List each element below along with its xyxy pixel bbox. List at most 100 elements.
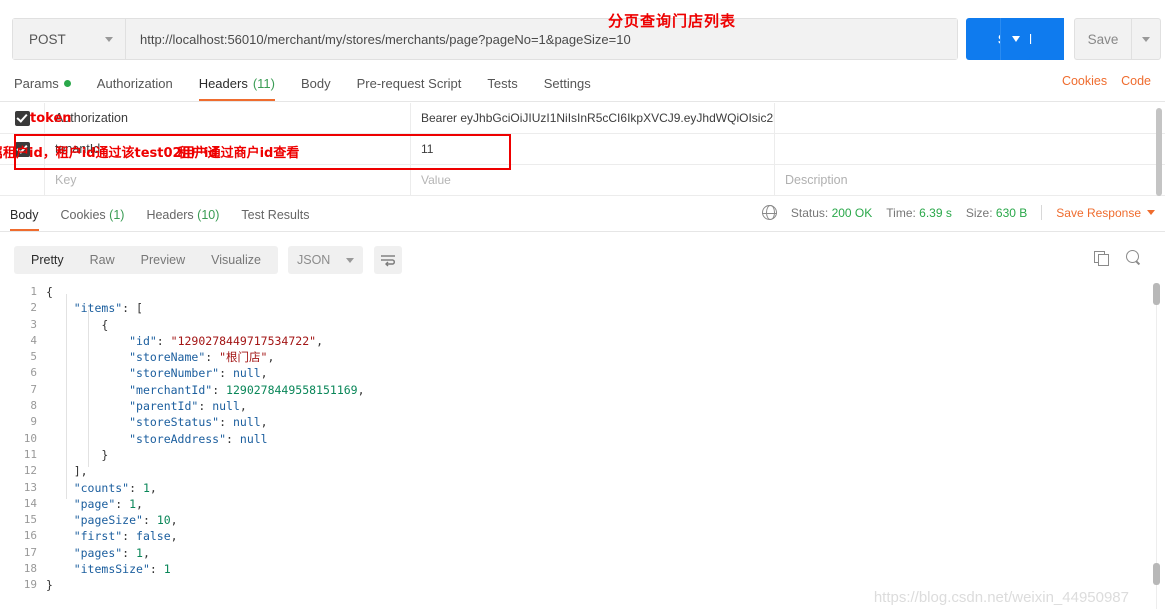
tab-pre-request-script[interactable]: Pre-request Script [357,76,462,101]
body-scrollbar-thumb-bottom[interactable] [1153,563,1160,585]
code-text: { [46,285,53,299]
body-toolbar-actions [1094,250,1141,266]
code-line: 5 "storeName": "根门店", [0,349,1165,365]
response-status-bar: Status: 200 OK Time: 6.39 s Size: 630 B … [761,204,1155,221]
tab-headers-count: (11) [252,76,275,91]
code-line: 4 "id": "1290278449717534722", [0,333,1165,349]
header-key-input[interactable]: Key [44,164,410,196]
header-value-text: Bearer eyJhbGciOiJIUzI1NiIsInR5cCI6IkpXV… [421,111,774,125]
response-tab-cookies-label: Cookies [60,208,106,222]
url-input[interactable]: http://localhost:56010/merchant/my/store… [126,19,957,59]
code-text: "pageSize": 10, [73,513,178,528]
line-number: 5 [30,350,37,364]
code-text: "storeAddress": null [129,431,268,446]
header-value-input[interactable]: Value [410,164,774,196]
code-text: "parentId": null, [129,399,247,414]
code-line: 6 "storeNumber": null, [0,365,1165,381]
body-format-select[interactable]: JSON [288,246,363,274]
save-response-button[interactable]: Save Response [1056,206,1155,220]
cookies-link[interactable]: Cookies [1062,74,1107,88]
response-tab-body-label: Body [10,208,39,222]
pill-pretty[interactable]: Pretty [18,253,77,267]
body-scrollbar-thumb-top[interactable] [1153,283,1160,305]
code-line: 12 ], [0,463,1165,479]
header-value-cell[interactable]: 11 [410,133,774,165]
response-tab-headers[interactable]: Headers (10) [146,208,219,231]
header-value-text: 11 [421,142,434,156]
header-description-cell[interactable]: token [30,102,1165,134]
line-number: 3 [30,317,37,331]
save-label: Save [1087,31,1119,47]
line-number: 15 [23,513,37,527]
response-tab-cookies[interactable]: Cookies (1) [61,208,125,231]
response-body-toolbar: Pretty Raw Preview Visualize JSON [0,240,1165,284]
response-tab-test-results[interactable]: Test Results [241,208,309,231]
send-options-button[interactable] [1000,18,1030,60]
code-text: "storeName": "根门店", [129,350,275,365]
pill-raw[interactable]: Raw [77,253,128,267]
response-tab-headers-count: (10) [197,208,220,222]
code-text: } [46,578,53,593]
response-tab-headers-label: Headers [146,208,194,222]
header-description-cell[interactable]: 从数据库中查看用户所属租户id，租户id通过该test02用户通过商户id查看 [0,133,1165,165]
tab-pre-request-script-label: Pre-request Script [356,76,462,91]
search-icon[interactable] [1126,250,1141,265]
time-label: Time: [886,205,916,220]
code-text: "first": false, [73,529,178,544]
response-tab-body[interactable]: Body [10,208,39,231]
code-line: 2 "items": [ [0,300,1165,316]
code-text: "storeNumber": null, [129,366,268,381]
wrap-text-button[interactable] [374,246,402,274]
tab-params[interactable]: Params [14,76,71,101]
line-number: 9 [30,415,37,429]
save-button[interactable]: Save [1074,18,1131,60]
code-line: 17 "pages": 1, [0,545,1165,561]
tab-tests-label: Tests [487,76,518,91]
copy-icon[interactable] [1094,250,1109,266]
code-line: 1{ [0,284,1165,300]
status-group: Status: 200 OK [791,206,872,220]
size-value: 630 B [995,205,1028,220]
size-label: Size: [965,205,993,220]
code-text: "itemsSize": 1 [73,562,171,577]
tab-authorization[interactable]: Authorization [97,76,173,101]
code-link[interactable]: Code [1121,74,1151,88]
table-row-empty[interactable]: Key Value Description [0,164,1165,196]
pill-visualize[interactable]: Visualize [198,253,274,267]
annotation-token: token [30,111,72,126]
line-number: 16 [23,529,37,543]
http-method-select[interactable]: POST [13,19,126,59]
tab-settings[interactable]: Settings [544,76,591,101]
line-number: 19 [23,578,37,592]
tab-body[interactable]: Body [301,76,331,101]
line-number: 18 [23,562,37,576]
tab-settings-label: Settings [543,76,591,91]
body-scroll-track [1156,283,1157,609]
line-number: 14 [23,496,37,510]
postman-window: POST http://localhost:56010/merchant/my/… [0,0,1165,614]
save-options-button[interactable] [1131,18,1161,60]
response-tabs: Body Cookies (1) Headers (10) Test Resul… [0,200,1165,232]
line-number: 12 [23,464,37,478]
pill-preview[interactable]: Preview [128,253,198,267]
tab-tests[interactable]: Tests [487,76,517,101]
response-body-viewer[interactable]: 1{2 "items": [3 {4 "id": "12902784497175… [0,284,1165,614]
code-line: 10 "storeAddress": null [0,431,1165,447]
table-row[interactable]: Authorization Bearer eyJhbGciOiJIUzI1NiI… [0,102,1165,134]
header-value-cell[interactable]: Bearer eyJhbGciOiJIUzI1NiIsInR5cCI6IkpXV… [410,102,774,134]
header-key-cell[interactable]: Authorization [44,102,410,134]
header-description-input[interactable]: Description [774,164,1165,196]
tab-headers[interactable]: Headers (11) [198,76,276,101]
request-tabs: Params Authorization Headers (11) Body P… [0,68,1165,102]
line-number: 2 [30,301,37,315]
url-text: http://localhost:56010/merchant/my/store… [140,31,631,47]
code-line: 15 "pageSize": 10, [0,512,1165,528]
status-badge: 200 OK [831,205,873,220]
headers-scrollbar[interactable] [1156,108,1162,196]
line-number: 17 [23,545,37,559]
line-number: 11 [23,447,37,461]
table-row[interactable]: tenantId 租户id 11 从数据库中查看用户所属租户id，租户id通过该… [0,133,1165,165]
tab-params-label: Params [14,76,59,91]
header-value-placeholder: Value [421,173,451,187]
code-text: "counts": 1, [73,480,157,495]
